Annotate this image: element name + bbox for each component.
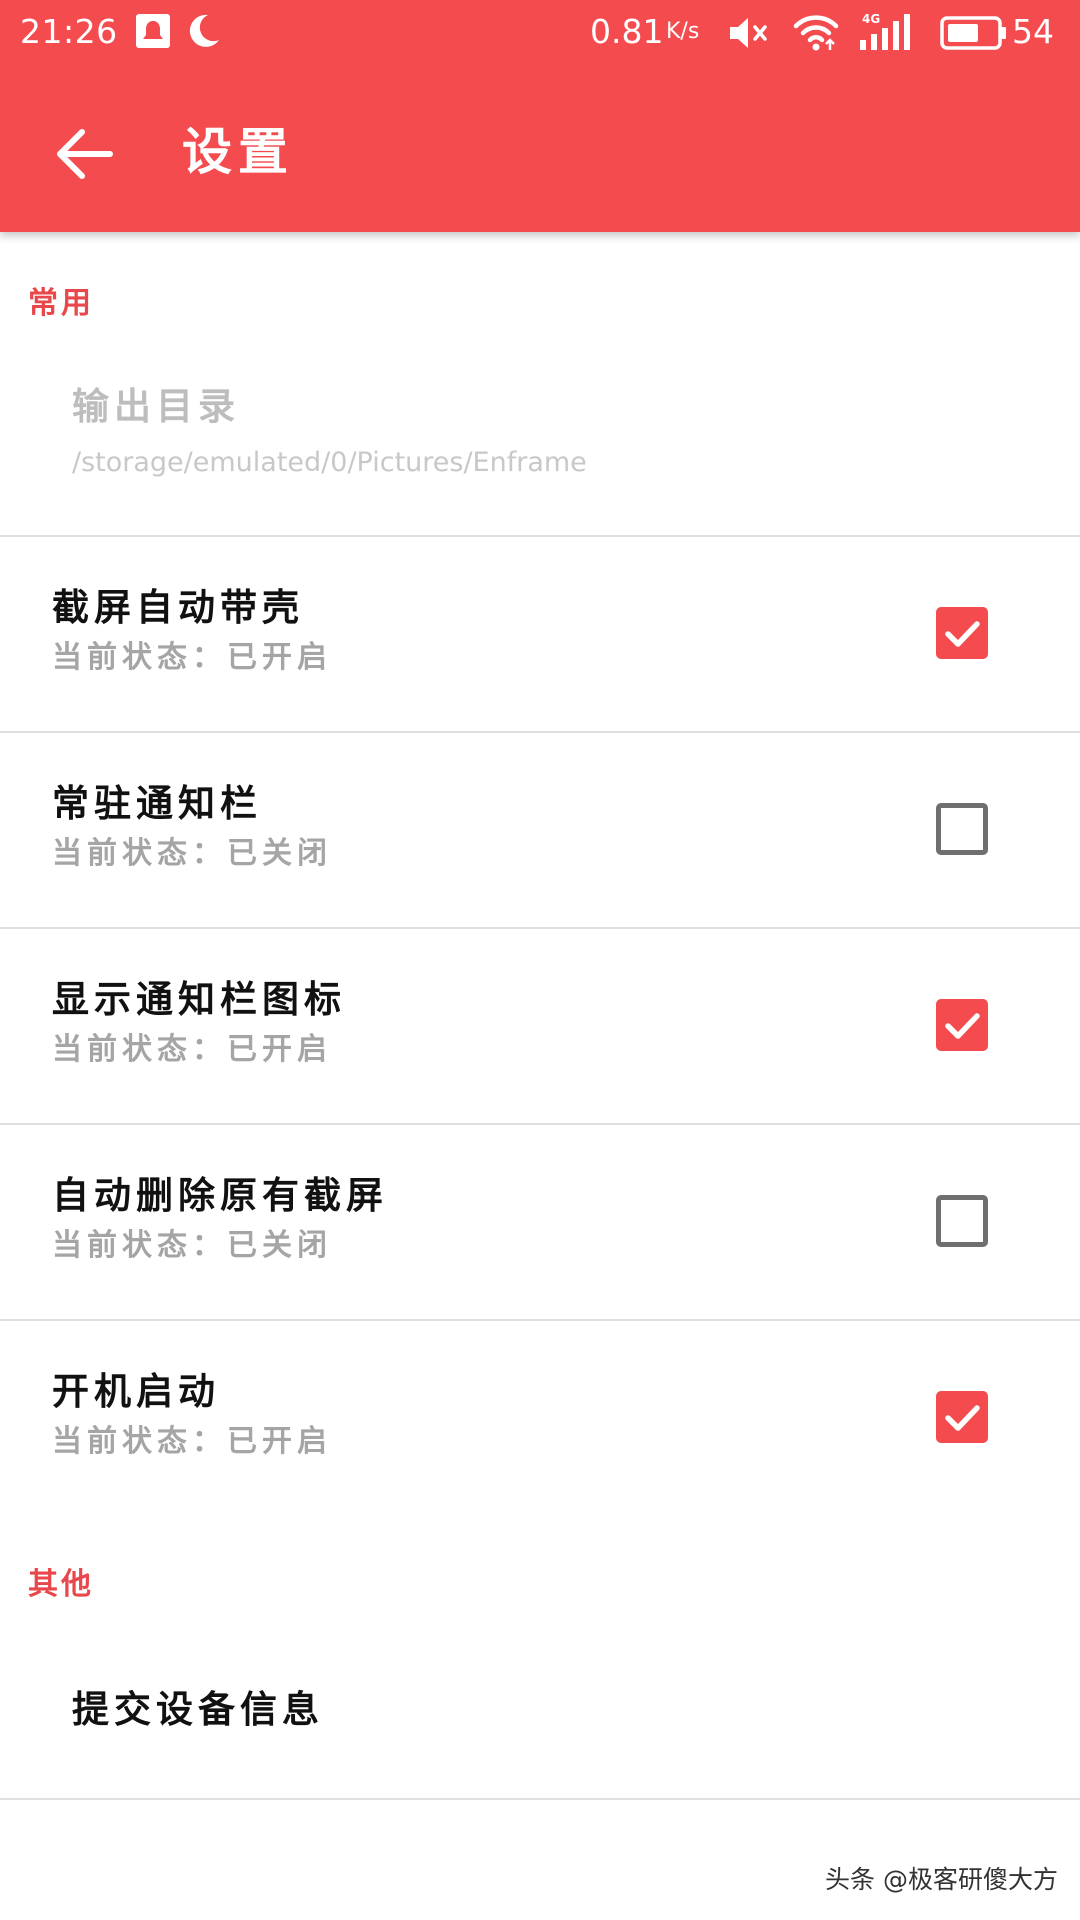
check-icon <box>945 1013 980 1039</box>
pref-persistent-notification[interactable]: 常驻通知栏 当前状态：已关闭 <box>0 733 1080 927</box>
net-speed-unit: K/s <box>666 19 700 44</box>
status-time: 21:26 <box>20 12 118 51</box>
pref-title: 开机启动 <box>52 1370 220 1413</box>
check-icon <box>945 1405 980 1431</box>
settings-screen: 21:26 0.81 K/s 4G 54 设置 常用 输出目录 /storage… <box>0 0 1080 1920</box>
pref-start-on-boot[interactable]: 开机启动 当前状态：已开启 <box>0 1321 1080 1515</box>
pref-submit-device-info[interactable]: 提交设备信息 <box>0 1630 1080 1798</box>
section-header-other: 其他 <box>28 1567 94 1602</box>
pref-title: 截屏自动带壳 <box>52 586 304 629</box>
pref-summary: 当前状态：已关闭 <box>52 836 332 871</box>
pref-screenshot-with-frame[interactable]: 截屏自动带壳 当前状态：已开启 <box>0 537 1080 731</box>
pref-title: 常驻通知栏 <box>52 782 262 825</box>
check-icon <box>945 621 980 647</box>
pref-auto-delete-screenshot[interactable]: 自动删除原有截屏 当前状态：已关闭 <box>0 1125 1080 1319</box>
divider <box>0 1798 1080 1800</box>
page-title: 设置 <box>182 123 294 181</box>
pref-summary: 当前状态：已开启 <box>52 1032 332 1067</box>
moon-icon <box>184 12 222 54</box>
checkbox[interactable] <box>936 1391 988 1443</box>
pref-summary: 当前状态：已开启 <box>52 640 332 675</box>
checkbox[interactable] <box>936 803 988 855</box>
net-speed: 0.81 <box>590 12 664 51</box>
pref-title: 输出目录 <box>72 385 240 428</box>
notification-icon <box>136 14 170 52</box>
wifi-icon <box>792 12 840 56</box>
arrow-left-icon <box>57 129 113 179</box>
pref-title: 显示通知栏图标 <box>52 978 346 1021</box>
battery-icon <box>940 16 1008 54</box>
app-bar: 21:26 0.81 K/s 4G 54 设置 <box>0 0 1080 232</box>
checkbox[interactable] <box>936 1195 988 1247</box>
checkbox[interactable] <box>936 999 988 1051</box>
checkbox[interactable] <box>936 607 988 659</box>
pref-title: 提交设备信息 <box>72 1688 324 1731</box>
pref-summary: 当前状态：已开启 <box>52 1424 332 1459</box>
svg-text:4G: 4G <box>862 12 880 26</box>
signal-icon: 4G <box>858 10 916 58</box>
pref-output-directory[interactable]: 输出目录 /storage/emulated/0/Pictures/Enfram… <box>0 350 1080 535</box>
back-button[interactable] <box>40 110 128 198</box>
mute-icon <box>728 14 772 56</box>
pref-title: 自动删除原有截屏 <box>52 1174 388 1217</box>
watermark: 头条 @极客研傻大方 <box>825 1865 1058 1894</box>
status-bar: 21:26 0.81 K/s 4G 54 <box>0 0 1080 66</box>
section-header-common: 常用 <box>28 286 94 321</box>
battery-level: 54 <box>1012 12 1054 51</box>
output-path: /storage/emulated/0/Pictures/Enframe <box>72 447 587 478</box>
pref-summary: 当前状态：已关闭 <box>52 1228 332 1263</box>
pref-show-notification-icon[interactable]: 显示通知栏图标 当前状态：已开启 <box>0 929 1080 1123</box>
toolbar: 设置 <box>0 66 1080 232</box>
